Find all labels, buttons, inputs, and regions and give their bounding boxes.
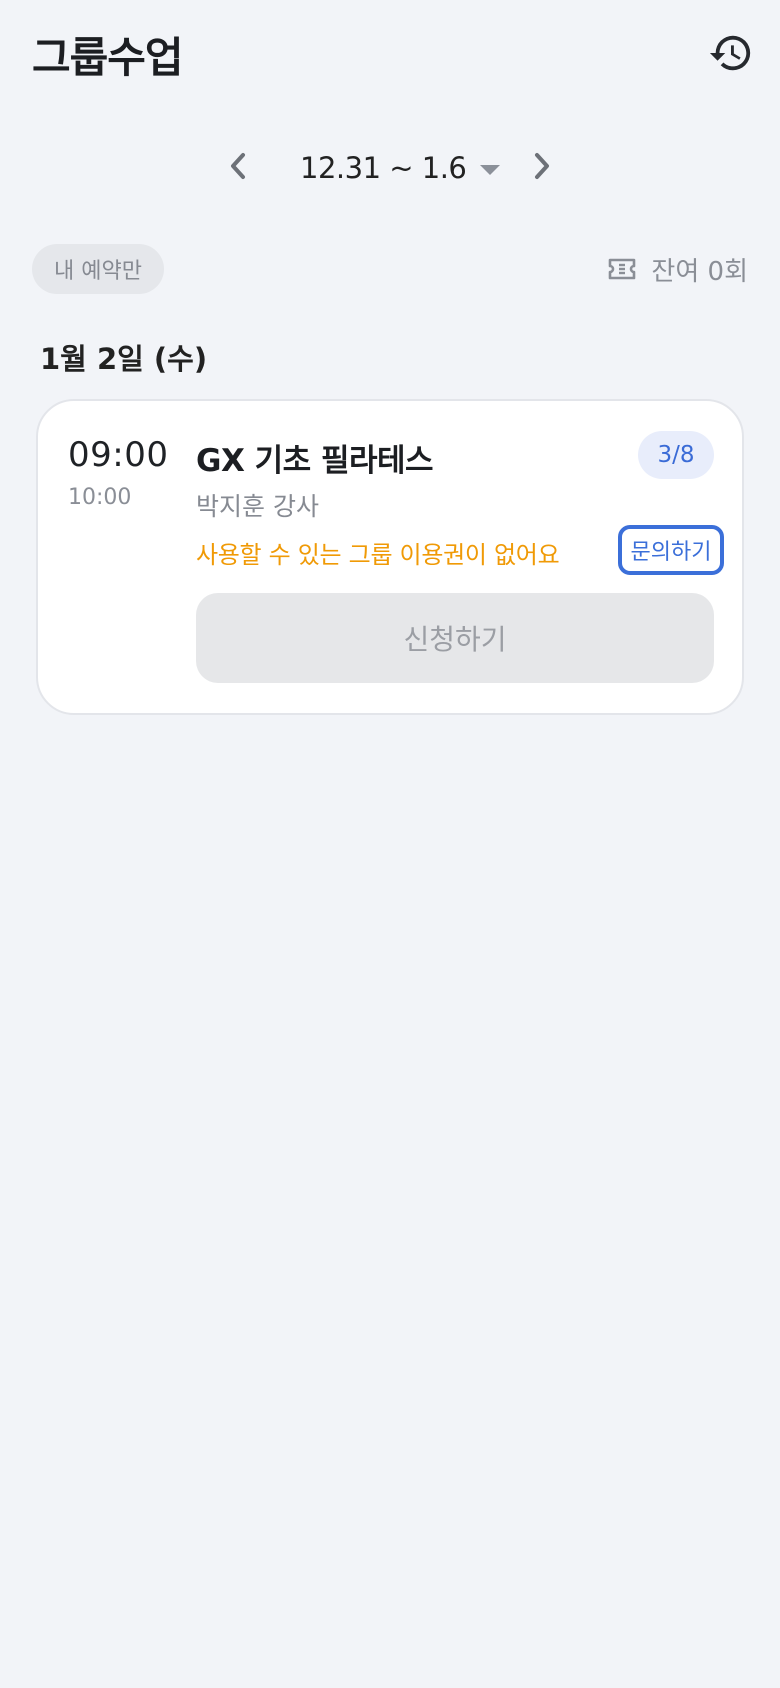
- my-reservations-filter[interactable]: 내 예약만: [32, 244, 164, 294]
- week-range-dropdown[interactable]: 12.31 ~ 1.6: [300, 140, 501, 196]
- week-navigator: 12.31 ~ 1.6: [0, 140, 780, 196]
- apply-button[interactable]: 신청하기: [196, 593, 714, 683]
- prev-week-button[interactable]: [214, 144, 262, 192]
- class-card: 09:00 10:00 GX 기초 필라테스 박지훈 강사 3/8 사용할 수 …: [36, 399, 744, 715]
- next-week-button[interactable]: [518, 144, 566, 192]
- chevron-left-icon: [227, 151, 249, 185]
- class-start-time: 09:00: [68, 435, 169, 475]
- remaining-tickets: 잔여 0회: [607, 244, 748, 294]
- class-end-time: 10:00: [68, 485, 132, 510]
- page-title: 그룹수업: [32, 33, 184, 82]
- header: 그룹수업: [0, 0, 780, 110]
- inquiry-button[interactable]: 문의하기: [618, 525, 724, 575]
- day-heading: 1월 2일 (수): [40, 342, 208, 376]
- class-instructor: 박지훈 강사: [196, 492, 319, 521]
- history-icon: [708, 30, 754, 80]
- chevron-right-icon: [531, 151, 553, 185]
- no-ticket-warning: 사용할 수 있는 그룹 이용권이 없어요: [196, 541, 560, 569]
- remaining-label: 잔여 0회: [651, 256, 748, 287]
- week-range-label: 12.31 ~ 1.6: [300, 151, 467, 185]
- ticket-icon: [607, 257, 637, 281]
- class-title: GX 기초 필라테스: [196, 443, 434, 479]
- caret-down-icon: [480, 165, 501, 175]
- capacity-badge: 3/8: [638, 431, 714, 479]
- history-button[interactable]: [706, 30, 756, 80]
